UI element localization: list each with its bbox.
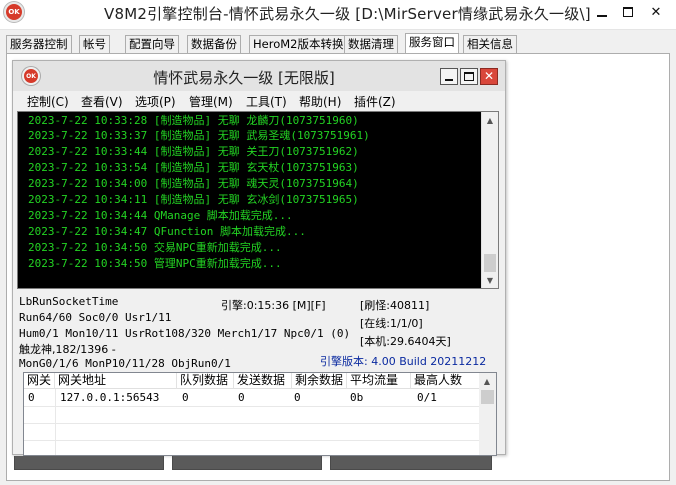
- maximize-button[interactable]: [614, 0, 642, 24]
- table-row-empty: [24, 441, 480, 455]
- column-header[interactable]: 平均流量: [347, 373, 411, 389]
- gateway-scrollbar[interactable]: ▲: [479, 373, 496, 455]
- log-line: 2023-7-22 10:33:28 [制造物品] 无聊 龙麟刀(1073751…: [28, 114, 359, 127]
- scrollbar-thumb[interactable]: [484, 254, 496, 272]
- column-header[interactable]: 剩余数据: [292, 373, 347, 389]
- tab-bar: 服务器控制 帐号 配置向导 数据备份 HeroM2版本转换 数据清理 服务窗口 …: [6, 33, 670, 54]
- tab-account[interactable]: 帐号: [79, 35, 110, 54]
- gateway-table-header: 网关 网关地址 队列数据 发送数据 剩余数据 平均流量 最高人数: [24, 373, 480, 389]
- console-scrollbar[interactable]: ▲ ▼: [481, 112, 498, 288]
- table-cell: 0b: [350, 391, 364, 404]
- table-cell: 0: [28, 391, 35, 404]
- column-header[interactable]: 网关: [24, 373, 55, 389]
- scroll-up-icon[interactable]: ▲: [479, 373, 495, 389]
- log-line: 2023-7-22 10:33:37 [制造物品] 无聊 武易圣魂(107375…: [28, 129, 370, 142]
- engine-time: 引擎:0:15:36 [M][F]: [221, 299, 326, 312]
- online-status: [在线:1/1/0]: [360, 317, 423, 330]
- monster-refresh: [刷怪:40811]: [360, 299, 430, 312]
- tab-service-window[interactable]: 服务窗口: [405, 33, 459, 54]
- socket-status: LbRunSocketTime: [19, 295, 119, 308]
- log-console[interactable]: 2023-7-22 10:33:28 [制造物品] 无聊 龙麟刀(1073751…: [17, 111, 499, 289]
- inner-close-button[interactable]: ✕: [480, 68, 498, 85]
- service-window: OK 情怀武易永久一级 [无限版] ✕ 控制(C) 查看(V) 选项(P) 管理…: [12, 60, 506, 456]
- status-segment: [330, 456, 492, 470]
- window-title-bar: OK V8M2引擎控制台-情怀武易永久一级 [D:\MirServer情缘武易永…: [0, 0, 676, 30]
- table-row[interactable]: 0 127.0.0.1:56543 0 0 0 0b 0/1: [24, 390, 480, 407]
- tab-herom2-convert[interactable]: HeroM2版本转换: [249, 35, 348, 54]
- menu-help[interactable]: 帮助(H): [299, 93, 341, 110]
- maximize-icon: [464, 72, 474, 81]
- tab-data-cleanup[interactable]: 数据清理: [344, 35, 398, 54]
- table-row-empty: [24, 407, 480, 424]
- menu-manage[interactable]: 管理(M): [189, 93, 233, 110]
- table-cell: 0/1: [417, 391, 437, 404]
- log-line: 2023-7-22 10:34:44 QManage 脚本加载完成...: [28, 209, 293, 222]
- tab-server-control[interactable]: 服务器控制: [6, 35, 72, 54]
- table-cell: 0: [182, 391, 189, 404]
- table-cell: 0: [294, 391, 301, 404]
- minimize-icon: [445, 79, 453, 81]
- window-title: V8M2引擎控制台-情怀武易永久一级 [D:\MirServer情缘武易永久一级…: [104, 5, 591, 23]
- app-logo-text: OK: [8, 8, 20, 16]
- table-cell: 0: [238, 391, 245, 404]
- status-strip: [14, 456, 494, 470]
- tab-config-wizard[interactable]: 配置向导: [125, 35, 179, 54]
- maximize-icon: [623, 7, 633, 17]
- minimize-icon: [597, 15, 607, 17]
- close-icon: ✕: [650, 4, 662, 20]
- app-logo-icon: OK: [4, 2, 24, 22]
- log-line: 2023-7-22 10:34:50 交易NPC重新加载完成...: [28, 241, 282, 254]
- column-header[interactable]: 网关地址: [55, 373, 177, 389]
- log-line: 2023-7-22 10:33:54 [制造物品] 无聊 玄天杖(1073751…: [28, 161, 359, 174]
- status-segment: [14, 456, 164, 470]
- log-line: 2023-7-22 10:34:47 QFunction 脚本加载完成...: [28, 225, 306, 238]
- table-cell: 127.0.0.1:56543: [60, 391, 160, 404]
- column-header[interactable]: 发送数据: [234, 373, 292, 389]
- dragon-status: 触龙神,182/1396 -: [19, 343, 116, 356]
- close-button[interactable]: ✕: [642, 0, 670, 24]
- menu-plugins[interactable]: 插件(Z): [354, 93, 396, 110]
- minimize-button[interactable]: [588, 0, 616, 24]
- menu-control[interactable]: 控制(C): [27, 93, 69, 110]
- inner-maximize-button[interactable]: [460, 68, 478, 85]
- menu-tools[interactable]: 工具(T): [246, 93, 287, 110]
- tab-data-backup[interactable]: 数据备份: [187, 35, 241, 54]
- column-divider: [55, 389, 56, 455]
- mon-status: MonG0/1/6 MonP10/11/28 ObjRun0/1: [19, 357, 231, 370]
- local-status: [本机:29.6404天]: [360, 335, 451, 348]
- scroll-up-icon[interactable]: ▲: [482, 112, 498, 128]
- log-line: 2023-7-22 10:34:00 [制造物品] 无聊 魂天灵(1073751…: [28, 177, 359, 190]
- menu-options[interactable]: 选项(P): [135, 93, 176, 110]
- scroll-down-icon[interactable]: ▼: [482, 272, 498, 288]
- gateway-table[interactable]: 网关 网关地址 队列数据 发送数据 剩余数据 平均流量 最高人数 0 127.0…: [23, 372, 497, 456]
- status-panel: LbRunSocketTime 引擎:0:15:36 [M][F] [刷怪:40…: [13, 291, 505, 371]
- column-header[interactable]: 队列数据: [177, 373, 234, 389]
- service-window-title-bar: OK 情怀武易永久一级 [无限版] ✕: [13, 61, 505, 91]
- run-status: Run64/60 Soc0/0 Usr1/11: [19, 311, 172, 324]
- service-window-title: 情怀武易永久一级 [无限版]: [153, 69, 335, 87]
- hum-status: Hum0/1 Mon10/11 UsrRot108/320 Merch1/17 …: [19, 327, 351, 340]
- engine-version: 引擎版本: 4.00 Build 20211212: [320, 355, 487, 368]
- log-line: 2023-7-22 10:34:50 管理NPC重新加载完成...: [28, 257, 282, 270]
- status-segment: [172, 456, 322, 470]
- log-line: 2023-7-22 10:34:11 [制造物品] 无聊 玄冰剑(1073751…: [28, 193, 359, 206]
- log-line: 2023-7-22 10:33:44 [制造物品] 无聊 关王刀(1073751…: [28, 145, 359, 158]
- menu-bar: 控制(C) 查看(V) 选项(P) 管理(M) 工具(T) 帮助(H) 插件(Z…: [13, 91, 505, 111]
- close-icon: ✕: [483, 69, 495, 83]
- column-header[interactable]: 最高人数: [411, 373, 480, 389]
- tab-related-info[interactable]: 相关信息: [463, 35, 517, 54]
- table-row-empty: [24, 424, 480, 441]
- menu-view[interactable]: 查看(V): [81, 93, 123, 110]
- inner-minimize-button[interactable]: [440, 68, 458, 85]
- scrollbar-thumb[interactable]: [481, 390, 494, 404]
